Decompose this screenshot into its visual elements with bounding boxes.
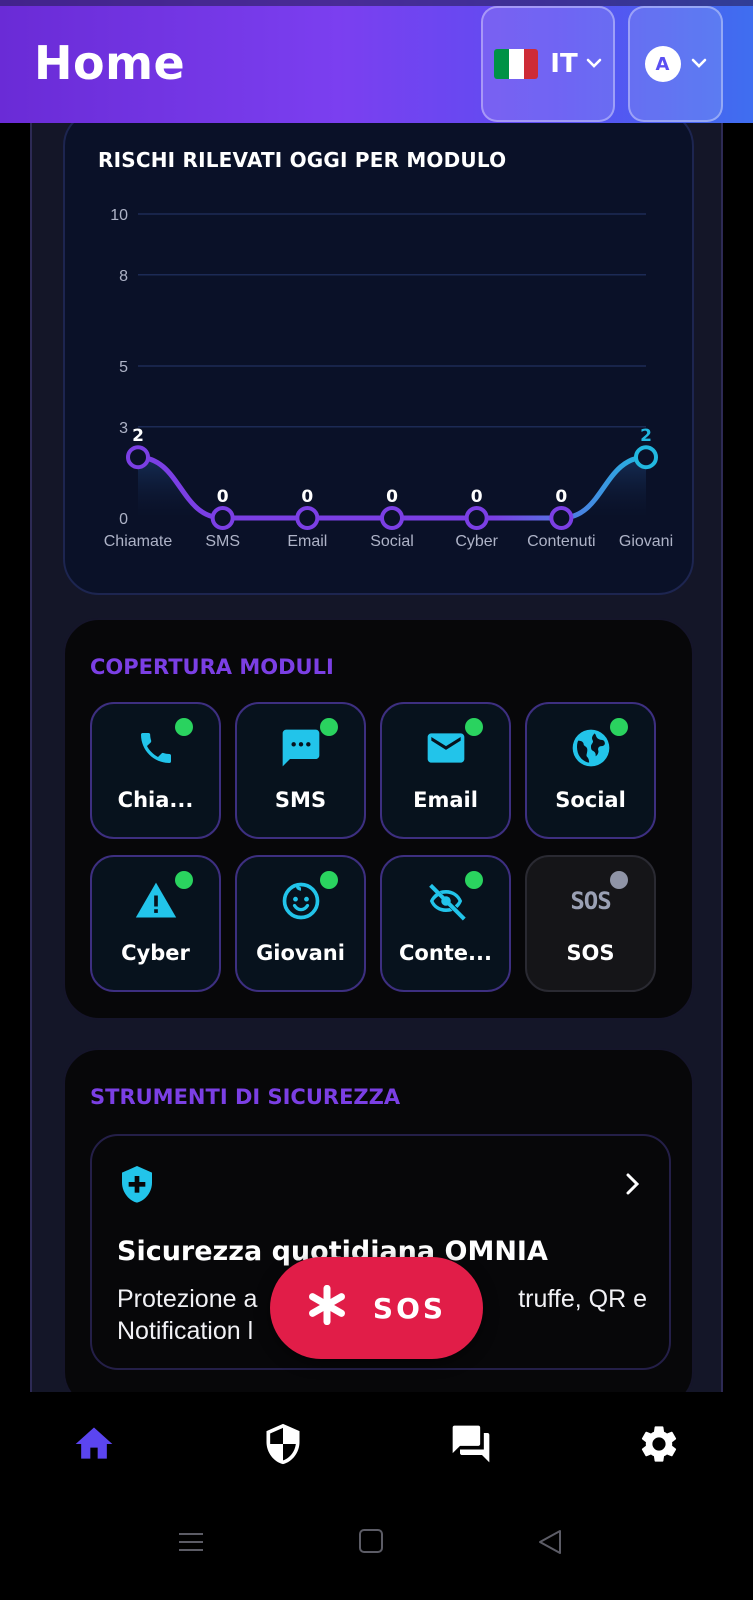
system-navigation-bar: [0, 1498, 753, 1600]
data-point: [210, 506, 235, 530]
x-tick-label: Giovani: [619, 533, 673, 550]
module-tile-youth[interactable]: Giovani: [235, 855, 366, 992]
status-dot: [465, 718, 483, 736]
back-triangle-icon[interactable]: [536, 1528, 564, 1561]
module-label: Chia...: [117, 788, 194, 812]
message-icon: [279, 726, 323, 770]
data-label: 2: [132, 426, 144, 446]
y-tick-label: 3: [119, 420, 128, 437]
x-tick-label: SMS: [205, 533, 240, 550]
module-tile-social[interactable]: Social: [525, 702, 656, 839]
risk-line-chart: 0 3 5 8 10 2 Chiamate 0 SMS 0 Email 0 Social 0 Cyber 0 C…: [104, 207, 673, 550]
chevron-right-icon: [625, 1172, 641, 1201]
forum-icon: [449, 1422, 493, 1471]
module-tile-email[interactable]: Email: [380, 702, 511, 839]
email-icon: [424, 726, 468, 770]
risk-chart-card: RISCHI RILEVATI OGGI PER MODULO 0 3 5 8 10 2 C…: [63, 110, 694, 595]
child-face-icon: [279, 879, 323, 923]
nav-settings[interactable]: [635, 1422, 683, 1470]
language-selector[interactable]: IT: [481, 6, 615, 122]
module-label: Conte...: [398, 941, 492, 965]
status-dot: [175, 718, 193, 736]
module-tile-sos[interactable]: SOS SOS: [525, 855, 656, 992]
recents-icon[interactable]: [177, 1528, 205, 1561]
data-point: [295, 506, 320, 530]
data-label: 0: [217, 487, 229, 507]
x-tick-label: Social: [370, 533, 414, 550]
section-title: STRUMENTI DI SICUREZZA: [90, 1085, 401, 1109]
status-dot: [465, 871, 483, 889]
status-bar-strip: [0, 0, 753, 6]
section-title: COPERTURA MODULI: [90, 655, 334, 679]
theme-selector[interactable]: A: [628, 6, 723, 122]
chevron-down-icon: [586, 55, 602, 73]
data-point: [464, 506, 489, 530]
y-tick-label: 10: [110, 207, 128, 224]
module-label: SOS: [566, 941, 615, 965]
x-tick-label: Cyber: [455, 533, 498, 550]
status-dot: [175, 871, 193, 889]
module-label: Social: [555, 788, 626, 812]
module-label: Giovani: [256, 941, 345, 965]
nav-security[interactable]: [259, 1422, 307, 1470]
module-tile-cyber[interactable]: Cyber: [90, 855, 221, 992]
module-tile-sms[interactable]: SMS: [235, 702, 366, 839]
shield-icon: [261, 1422, 305, 1471]
x-tick-label: Chiamate: [104, 533, 173, 550]
warning-icon: [134, 879, 178, 923]
italy-flag-icon: [494, 49, 539, 79]
page-title: Home: [34, 36, 186, 90]
globe-icon: [569, 726, 613, 770]
phone-icon: [136, 726, 176, 770]
x-tick-label: Contenuti: [527, 533, 596, 550]
data-label: 2: [640, 426, 652, 446]
module-label: SMS: [274, 788, 327, 812]
module-tile-calls[interactable]: Chia...: [90, 702, 221, 839]
main-scroll-area[interactable]: RISCHI RILEVATI OGGI PER MODULO 0 3 5 8 10 2 C…: [30, 110, 723, 1392]
data-point: [549, 506, 574, 530]
data-point: [126, 445, 150, 470]
nav-home[interactable]: [70, 1422, 118, 1470]
data-point: [380, 506, 404, 530]
status-dot: [610, 718, 628, 736]
sos-button[interactable]: SOS: [270, 1257, 483, 1359]
home-icon: [72, 1422, 116, 1471]
data-label: 0: [386, 487, 398, 507]
module-label: Cyber: [121, 941, 190, 965]
shield-plus-icon: [117, 1164, 157, 1213]
y-tick-label: 0: [119, 511, 128, 528]
gear-icon: [637, 1422, 681, 1471]
home-square-icon[interactable]: [358, 1528, 384, 1559]
sos-icon: SOS: [570, 887, 611, 915]
eye-off-icon: [424, 879, 468, 923]
data-label: 0: [301, 487, 313, 507]
data-label: 0: [471, 487, 483, 507]
y-tick-label: 8: [119, 268, 128, 285]
chevron-down-icon: [691, 55, 707, 73]
auto-theme-icon: A: [644, 46, 681, 82]
module-coverage-card: COPERTURA MODULI Chia... SMS Email Socia…: [63, 618, 694, 1020]
sos-label: SOS: [372, 1291, 447, 1325]
x-tick-label: Email: [287, 533, 327, 550]
module-label: Email: [413, 788, 478, 812]
app-header: Home IT A: [0, 0, 753, 123]
data-label: 0: [555, 487, 567, 507]
status-dot: [320, 871, 338, 889]
status-dot: [320, 718, 338, 736]
module-tile-content[interactable]: Conte...: [380, 855, 511, 992]
status-dot: [610, 871, 628, 889]
data-point: [634, 445, 658, 470]
nav-chat[interactable]: [447, 1422, 495, 1470]
language-code: IT: [550, 49, 578, 79]
asterisk-icon: [307, 1283, 347, 1333]
y-tick-label: 5: [119, 359, 128, 376]
bottom-navigation: [0, 1392, 753, 1498]
